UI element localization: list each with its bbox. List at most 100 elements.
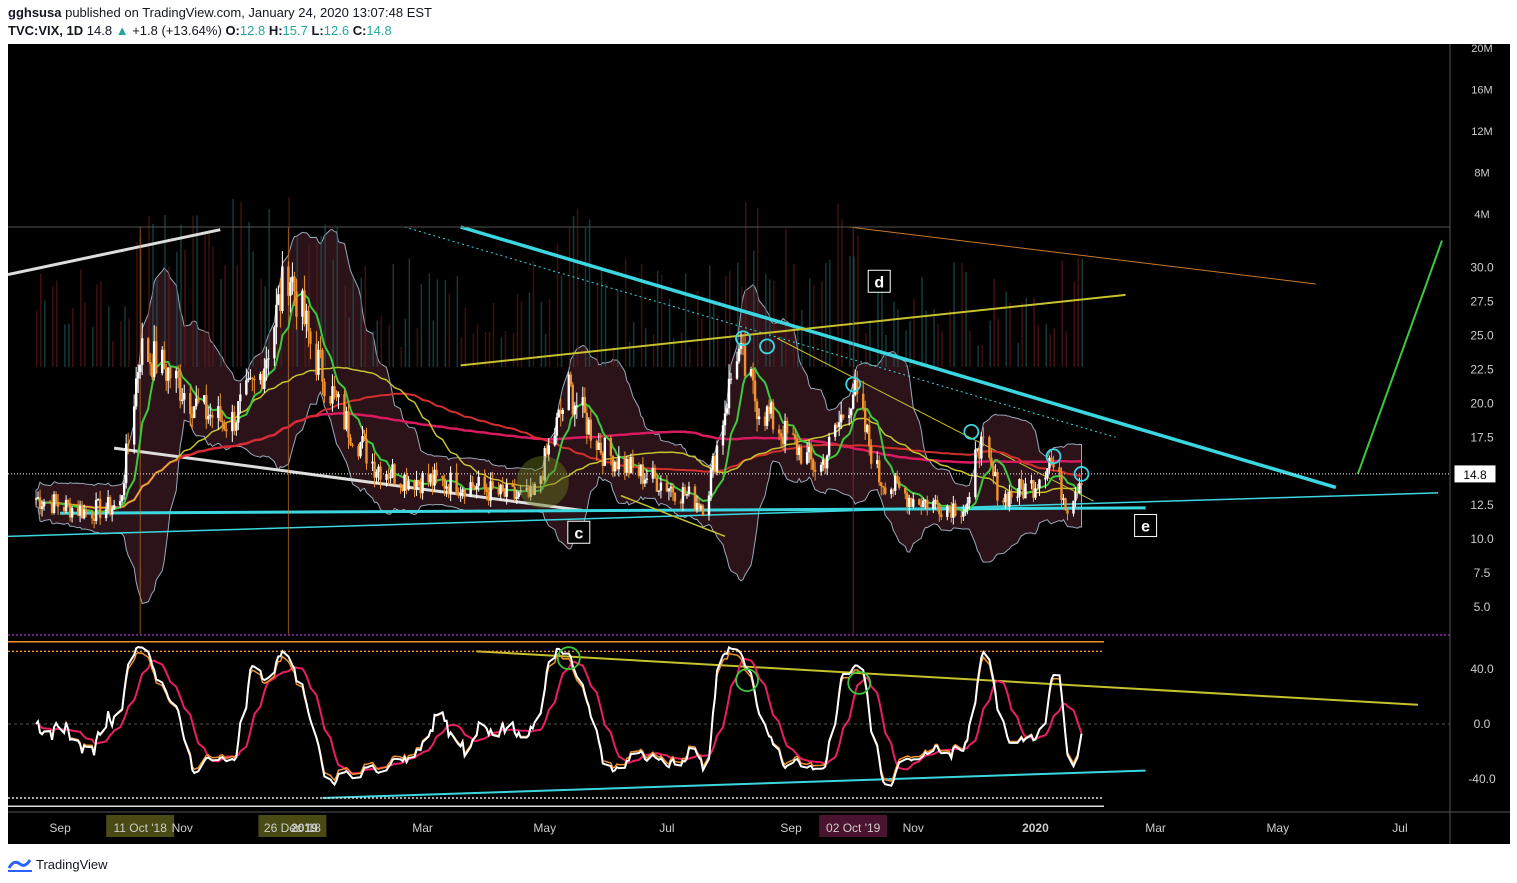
candle-body	[245, 380, 248, 395]
candle-body	[655, 477, 659, 492]
candle-body	[609, 437, 613, 456]
publish-line: gghsusa published on TradingView.com, Ja…	[8, 4, 432, 22]
volume-bar	[596, 282, 599, 367]
symbol-label[interactable]: TVC:VIX, 1D	[8, 23, 83, 38]
volume-bar	[632, 321, 635, 367]
chart-canvas[interactable]: 20M16M12M8M4M30.027.525.022.520.017.515.…	[7, 43, 1510, 844]
candle-body	[1050, 457, 1053, 462]
candle-body	[547, 445, 550, 455]
price-tick-label: 30.0	[1470, 261, 1494, 275]
candle-body	[673, 492, 677, 502]
volume-bar	[965, 272, 967, 367]
price-tick-label: 25.0	[1470, 329, 1494, 343]
candle-body	[779, 433, 783, 437]
volume-bar	[1033, 298, 1035, 367]
osc-trendline-cyan	[322, 769, 1146, 800]
candle-body	[275, 304, 278, 328]
candle-body	[827, 436, 831, 456]
volume-bar	[520, 301, 523, 367]
footer: TradingView	[8, 852, 108, 876]
price-change: +1.8 (+13.64%)	[132, 23, 222, 38]
price-tick-label: 20.0	[1470, 396, 1494, 410]
time-tick-label: Nov	[172, 821, 193, 835]
candle-body	[351, 444, 354, 446]
volume-bar	[877, 283, 879, 367]
volume-bar	[941, 331, 943, 367]
tradingview-brand[interactable]: TradingView	[36, 857, 108, 872]
candle-body	[515, 496, 518, 499]
volume-bar	[729, 270, 731, 367]
author-name[interactable]: gghsusa	[8, 5, 61, 20]
trendline-green-projection	[1356, 240, 1443, 475]
candle-body	[1072, 500, 1075, 514]
volume-bar	[364, 266, 366, 367]
volume-bar	[773, 280, 775, 367]
volume-bar	[668, 298, 671, 367]
published-text: published on TradingView.com, January 24…	[65, 5, 432, 20]
candle-body	[122, 483, 126, 496]
candle-body	[263, 368, 266, 389]
volume-bar	[689, 346, 691, 367]
volume-bar	[757, 208, 759, 367]
volume-pane	[36, 197, 1083, 367]
time-tick-label: Sep	[780, 821, 802, 835]
volume-bar	[969, 331, 971, 367]
candle-body	[948, 505, 951, 507]
time-tick-label: 2019	[291, 821, 318, 835]
candle-body	[962, 511, 965, 517]
candle-body	[441, 475, 444, 479]
volume-bar	[80, 269, 82, 367]
candle-body	[118, 501, 122, 506]
candle-body	[964, 508, 967, 512]
candle-body	[132, 406, 136, 445]
volume-bar	[925, 310, 927, 367]
high-label: H:	[268, 23, 283, 38]
volume-bar	[981, 344, 983, 367]
candle-body	[289, 282, 292, 296]
volume-bar	[644, 327, 647, 367]
volume-bar	[829, 259, 831, 367]
open-label: O:	[225, 23, 240, 38]
volume-bar	[572, 216, 575, 367]
volume-bar	[713, 300, 715, 367]
candle-body	[307, 310, 310, 332]
candle-body	[273, 327, 276, 359]
candle-body	[435, 469, 438, 476]
volume-bar	[408, 258, 411, 367]
candle-body	[251, 377, 254, 379]
candle-body	[90, 511, 94, 519]
candle-body	[645, 478, 649, 480]
candle-body	[707, 495, 711, 516]
candle-body	[932, 501, 935, 509]
candle-body	[1016, 496, 1019, 498]
volume-bar	[604, 283, 607, 367]
volume-bar	[44, 300, 46, 367]
time-tick-label: 02 Oct '19	[826, 821, 881, 835]
chart-svg[interactable]: 20M16M12M8M4M30.027.525.022.520.017.515.…	[7, 43, 1510, 844]
candle-body	[667, 488, 671, 492]
candle-body	[365, 438, 368, 464]
candle-body	[417, 479, 420, 482]
volume-bar	[204, 233, 206, 367]
volume-bar	[56, 280, 58, 367]
volume-bar	[52, 286, 54, 367]
volume-bar	[544, 333, 547, 367]
candle-body	[84, 509, 88, 512]
candle-body	[1058, 467, 1061, 473]
volume-bar	[380, 316, 382, 367]
candle-body	[809, 446, 813, 460]
volume-bar	[913, 298, 915, 367]
candle-body	[912, 499, 915, 507]
candle-body	[751, 369, 755, 381]
candle-body	[1066, 510, 1069, 514]
volume-bar	[1053, 327, 1055, 367]
volume-bar	[1005, 291, 1007, 367]
candle-body	[42, 501, 46, 507]
volume-bar	[40, 273, 42, 367]
low-value: 12.6	[323, 23, 350, 38]
price-tick-label: 5.0	[1474, 600, 1491, 614]
candle-body	[211, 414, 214, 418]
candle-body	[946, 505, 949, 517]
volume-bar	[556, 243, 559, 367]
candle-body	[389, 477, 392, 479]
